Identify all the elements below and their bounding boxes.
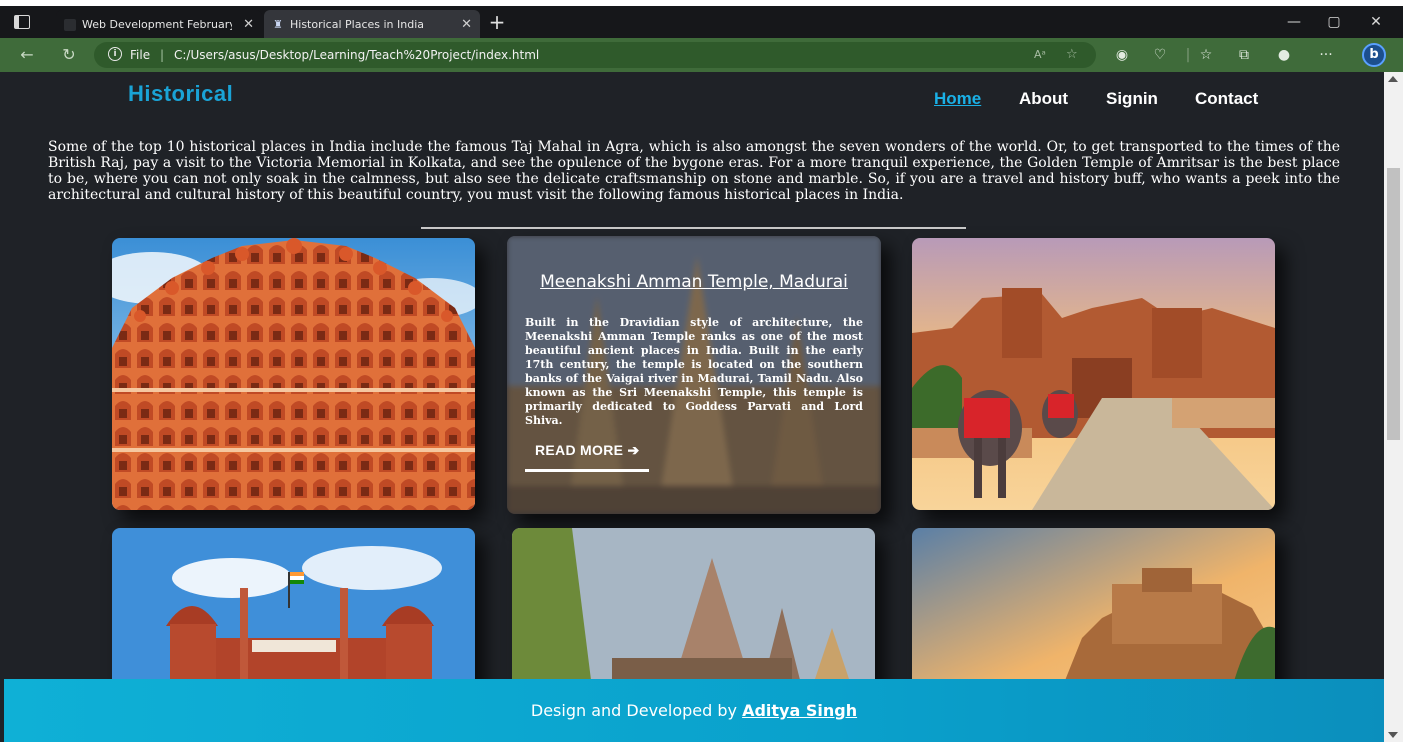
place-card-meenakshi-temple[interactable]: Meenakshi Amman Temple, Madurai Built in… xyxy=(507,236,881,514)
collections-icon[interactable]: ⧉ xyxy=(1234,45,1254,65)
place-card-hawa-mahal[interactable] xyxy=(112,238,475,510)
hawa-mahal-image xyxy=(112,238,475,510)
close-window-button[interactable]: ✕ xyxy=(1366,14,1386,30)
scroll-up-arrow[interactable] xyxy=(1388,76,1398,82)
site-footer: Design and Developed by Aditya Singh xyxy=(4,679,1384,742)
card-description: Built in the Dravidian style of architec… xyxy=(525,316,863,427)
tab-title: Web Development February_202 xyxy=(82,18,232,31)
page-viewport: Historical Home About Signin Contact Som… xyxy=(4,72,1384,742)
browser-essentials-icon[interactable]: ♡ xyxy=(1150,45,1170,65)
new-tab-button[interactable]: + xyxy=(487,12,507,33)
url-text[interactable]: C:/Users/asus/Desktop/Learning/Teach%20P… xyxy=(174,42,539,68)
address-bar[interactable]: i File | C:/Users/asus/Desktop/Learning/… xyxy=(94,42,1096,68)
nav-about[interactable]: About xyxy=(1019,89,1068,109)
add-favorite-icon[interactable]: ☆ xyxy=(1066,42,1078,68)
more-menu-icon[interactable]: ··· xyxy=(1316,45,1336,65)
back-button[interactable]: ← xyxy=(16,44,38,66)
browser-tab-historical-places[interactable]: ♜ Historical Places in India ✕ xyxy=(264,10,480,40)
scroll-down-arrow[interactable] xyxy=(1388,732,1398,738)
toolbar-divider: | xyxy=(1185,47,1191,63)
read-more-button[interactable]: READ MORE ➔ xyxy=(535,442,639,459)
section-divider xyxy=(421,227,966,229)
browser-toolbar: ← ↻ i File | C:/Users/asus/Desktop/Learn… xyxy=(0,38,1403,72)
footer-credit: Design and Developed by Aditya Singh xyxy=(4,701,1384,720)
scroll-thumb[interactable] xyxy=(1387,168,1400,440)
read-aloud-icon[interactable]: Aᵃ xyxy=(1034,42,1046,68)
card-title[interactable]: Meenakshi Amman Temple, Madurai xyxy=(507,272,881,292)
tab-title: Historical Places in India xyxy=(290,18,425,31)
extension-icon[interactable]: ◉ xyxy=(1112,45,1132,65)
tab-favicon-icon xyxy=(64,19,76,31)
place-card-agra-fort[interactable] xyxy=(912,238,1275,510)
maximize-button[interactable]: ▢ xyxy=(1324,14,1344,30)
url-separator: | xyxy=(160,48,165,62)
nav-home[interactable]: Home xyxy=(934,89,981,109)
author-link[interactable]: Aditya Singh xyxy=(742,701,857,720)
place-card-red-fort[interactable] xyxy=(112,528,475,688)
khajuraho-temple-image xyxy=(512,528,875,688)
close-icon[interactable]: ✕ xyxy=(461,10,472,40)
refresh-button[interactable]: ↻ xyxy=(58,44,80,66)
read-more-underline xyxy=(525,469,649,472)
info-icon[interactable]: i xyxy=(108,47,122,61)
minimize-button[interactable]: — xyxy=(1284,14,1304,30)
tab-favicon-icon: ♜ xyxy=(273,18,283,31)
browser-tab-web-development[interactable]: Web Development February_202 ✕ xyxy=(56,10,262,40)
red-fort-image xyxy=(112,528,475,688)
profile-avatar[interactable]: ● xyxy=(1274,45,1294,65)
tab-actions-icon[interactable] xyxy=(14,15,30,29)
footer-credit-prefix: Design and Developed by xyxy=(530,701,743,720)
page-scrollbar[interactable] xyxy=(1384,72,1403,742)
mehrangarh-fort-image xyxy=(912,528,1275,688)
browser-tab-bar: Web Development February_202 ✕ ♜ Histori… xyxy=(0,0,1403,40)
place-card-mehrangarh-fort[interactable] xyxy=(912,528,1275,688)
url-scheme-label: File xyxy=(130,48,151,62)
intro-paragraph: Some of the top 10 historical places in … xyxy=(48,139,1340,203)
bing-copilot-icon[interactable]: b xyxy=(1362,43,1386,67)
place-card-khajuraho-temple[interactable] xyxy=(512,528,875,688)
nav-contact[interactable]: Contact xyxy=(1195,89,1258,109)
agra-fort-image xyxy=(912,238,1275,510)
nav-signin[interactable]: Signin xyxy=(1106,89,1158,109)
favorites-icon[interactable]: ☆ xyxy=(1196,45,1216,65)
close-icon[interactable]: ✕ xyxy=(243,10,254,40)
site-logo[interactable]: Historical xyxy=(128,81,233,107)
